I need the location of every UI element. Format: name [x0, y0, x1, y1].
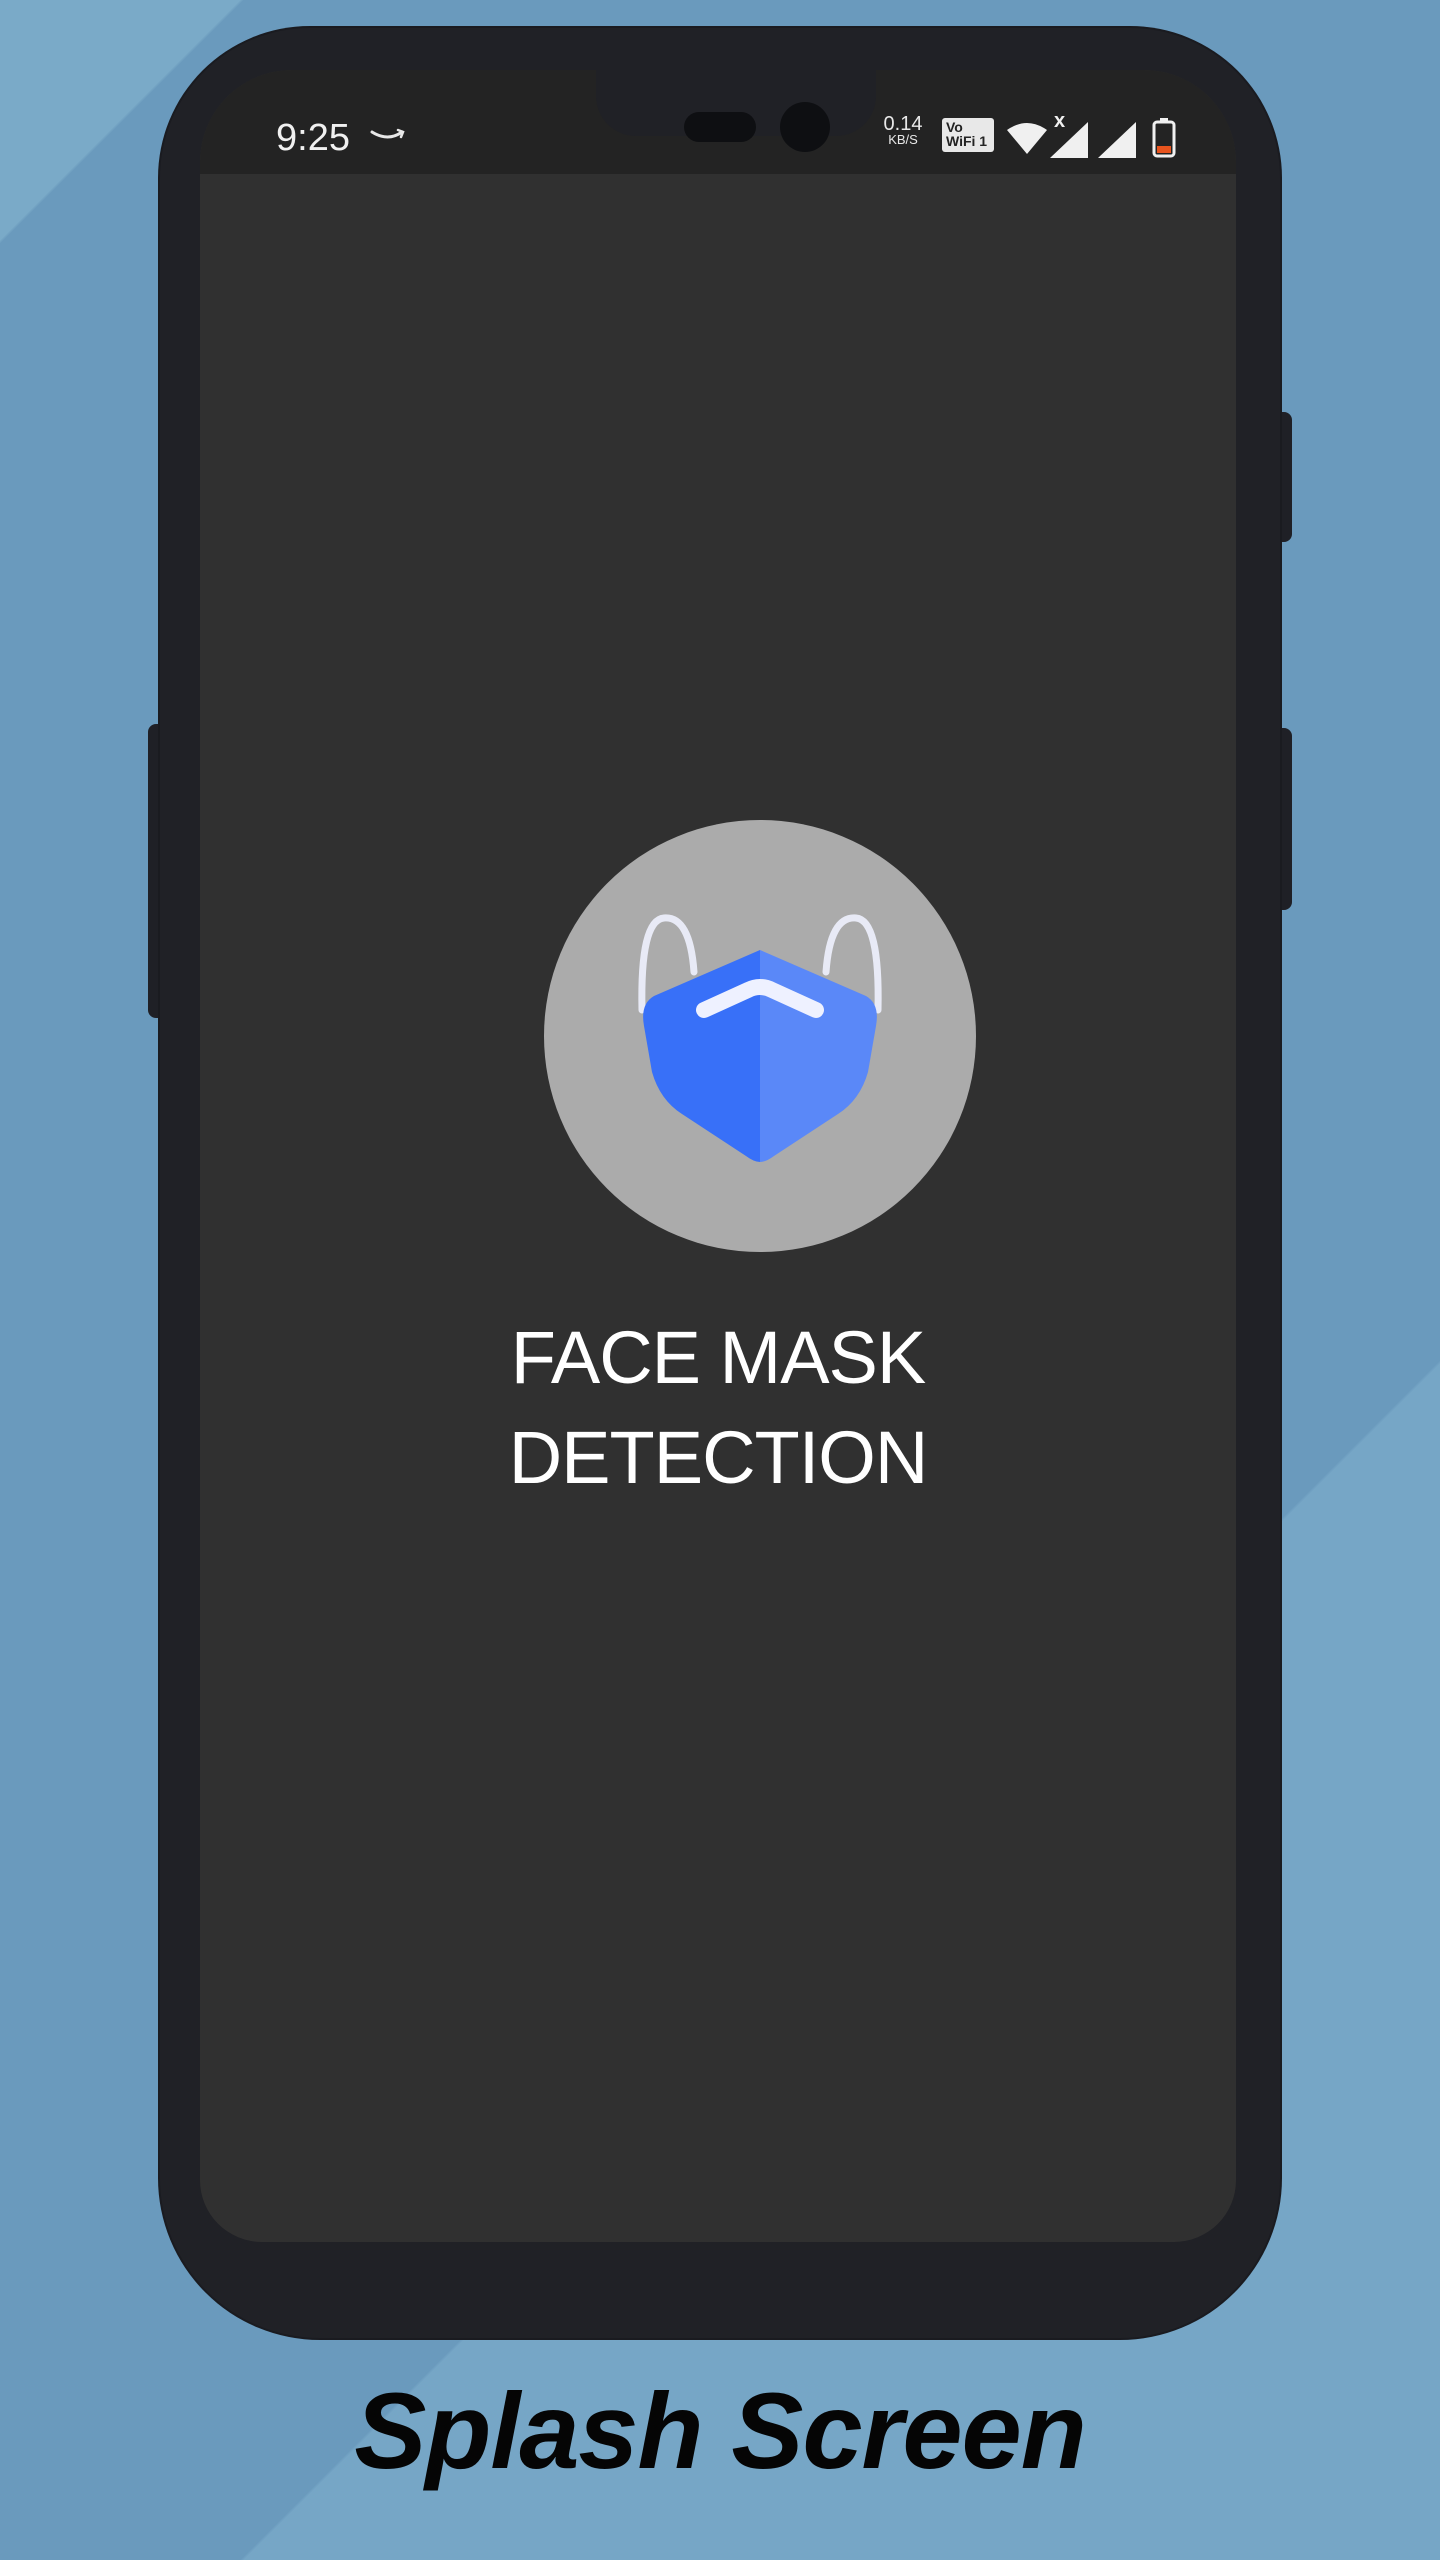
cell-signal-icon	[1050, 122, 1088, 158]
app-title-line2: DETECTION	[508, 1416, 929, 1499]
phone-frame: 9:25 0.14 KB/S Vo WiFi 1 x FACE MASK DET…	[160, 28, 1280, 2338]
battery-icon	[1152, 118, 1176, 158]
status-bar: 9:25 0.14 KB/S Vo WiFi 1 x	[200, 70, 1236, 174]
amazon-smile-icon	[370, 128, 405, 139]
vowifi-bottom-label: WiFi 1	[946, 133, 988, 149]
cell-signal-icon-2	[1098, 122, 1136, 158]
wifi-icon	[1007, 123, 1047, 154]
status-time: 9:25	[276, 117, 350, 159]
front-camera	[780, 102, 830, 152]
app-logo	[544, 820, 976, 1252]
face-mask-icon	[638, 914, 882, 1162]
screen-caption: Splash Screen	[354, 2370, 1086, 2491]
data-rate-value: 0.14	[883, 113, 923, 135]
app-title: FACE MASK DETECTION	[200, 1308, 1236, 1508]
earpiece-speaker	[684, 112, 756, 142]
app-title-line1: FACE MASK	[510, 1316, 927, 1399]
data-rate-indicator: 0.14 KB/S	[878, 113, 928, 148]
phone-screen: 9:25 0.14 KB/S Vo WiFi 1 x FACE MASK DET…	[200, 70, 1236, 2242]
vowifi-icon: Vo WiFi 1	[942, 118, 994, 152]
